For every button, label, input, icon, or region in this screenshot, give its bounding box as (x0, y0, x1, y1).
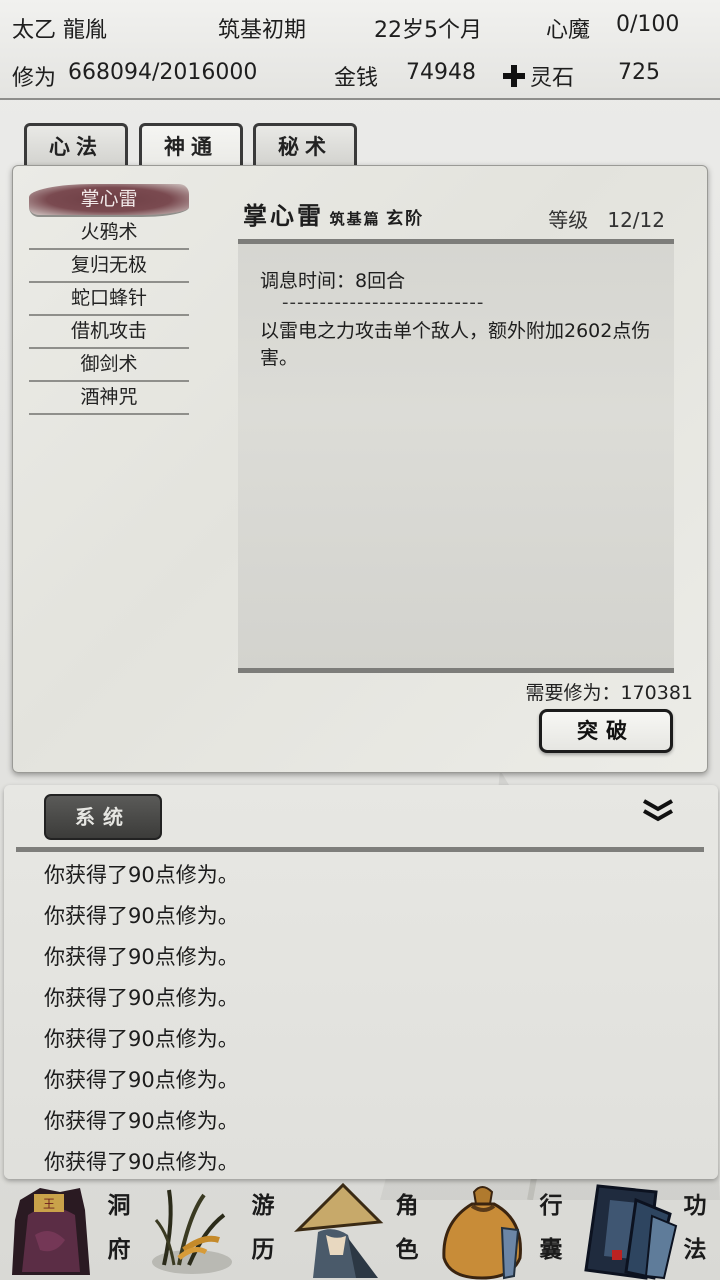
log-message: 你获得了90点修为。 (44, 1027, 239, 1051)
nav-label-top: 游 (251, 1192, 275, 1219)
level-value: 12/12 (607, 208, 665, 232)
bag-icon (442, 1186, 522, 1280)
breakthrough-button[interactable]: 突破 (539, 709, 673, 753)
skill-item-jiushenzhou[interactable]: 酒神咒 (29, 382, 189, 415)
cultivation-label: 修为 (12, 66, 57, 91)
nav-label-bottom: 法 (683, 1236, 707, 1263)
system-tab-button[interactable]: 系统 (44, 794, 162, 840)
skill-item-zhangxinlei[interactable]: 掌心雷 (29, 184, 189, 217)
log-message: 你获得了90点修为。 (44, 904, 239, 928)
cultivation-value: 668094/2016000 (68, 60, 258, 85)
age-text: 22岁5个月 (374, 18, 482, 43)
log-message: 你获得了90点修为。 (44, 1150, 239, 1174)
nav-label-top: 行 (539, 1192, 563, 1219)
log-divider (16, 847, 704, 852)
nav-label-bottom: 囊 (539, 1236, 563, 1263)
log-message: 你获得了90点修为。 (44, 986, 239, 1010)
demon-value: 0/100 (616, 12, 680, 37)
description-divider: --------------------------- (282, 292, 485, 313)
skill-description: 以雷电之力攻击单个敌人，额外附加2602点伤害。 (260, 320, 651, 369)
books-icon (584, 1184, 678, 1280)
skill-item-shekoufengzhen[interactable]: 蛇口蜂针 (29, 283, 189, 316)
nav-techniques[interactable]: 功 法 (576, 1180, 720, 1280)
skill-description-box: 调息时间：8回合 --------------------------- 以雷电… (238, 239, 674, 673)
tab-xinfa[interactable]: 心法 (24, 123, 128, 167)
nav-character[interactable]: 角 色 (288, 1180, 432, 1280)
character-hat-icon (293, 1182, 384, 1278)
skill-panel: 掌心雷 火鸦术 复归无极 蛇口蜂针 借机攻击 御剑术 酒神咒 掌心雷 筑基篇 玄… (12, 165, 708, 773)
nav-travel[interactable]: 游 历 (144, 1180, 288, 1280)
log-message: 你获得了90点修为。 (44, 863, 239, 887)
log-message-list: 你获得了90点修为。 你获得了90点修为。 你获得了90点修为。 你获得了90点… (44, 855, 239, 1183)
log-message: 你获得了90点修为。 (44, 945, 239, 969)
skill-name: 掌心雷 (243, 201, 324, 230)
spirit-stone-value: 725 (618, 60, 660, 85)
spirit-stone-group: 灵石 (502, 60, 574, 92)
level-label: 等级 (548, 208, 589, 232)
nav-label-bottom: 历 (251, 1236, 275, 1263)
demon-label: 心魔 (546, 18, 591, 43)
log-message: 你获得了90点修为。 (44, 1068, 239, 1092)
spirit-stone-icon (503, 65, 525, 87)
cave-dwelling-icon: 王 (12, 1188, 90, 1275)
tab-shentong[interactable]: 神通 (139, 123, 243, 167)
skill-tier: 玄阶 (386, 209, 425, 229)
bottom-navigation: 王 洞 府 游 历 角 色 行 囊 功 法 (0, 1180, 720, 1280)
skill-item-fuguiwuji[interactable]: 复归无极 (29, 250, 189, 283)
collapse-chevron-icon[interactable] (640, 797, 676, 825)
nav-cave-dwelling[interactable]: 王 洞 府 (0, 1180, 144, 1280)
nav-label-top: 洞 (107, 1192, 131, 1219)
nav-label-bottom: 色 (395, 1236, 419, 1263)
money-value: 74948 (406, 60, 476, 85)
cooldown-text: 调息时间：8回合 (260, 270, 406, 292)
log-message: 你获得了90点修为。 (44, 1109, 239, 1133)
nav-label-top: 功 (683, 1192, 707, 1219)
money-label: 金钱 (334, 66, 379, 91)
nav-label-top: 角 (395, 1192, 419, 1219)
realm-text: 筑基初期 (218, 18, 307, 43)
skill-item-huoyashu[interactable]: 火鸦术 (29, 217, 189, 250)
nav-label-bottom: 府 (107, 1236, 131, 1263)
svg-text:王: 王 (43, 1197, 55, 1211)
skill-item-jiejigongji[interactable]: 借机攻击 (29, 316, 189, 349)
travel-herb-icon (152, 1189, 232, 1274)
tab-mishu[interactable]: 秘术 (253, 123, 357, 167)
skill-list: 掌心雷 火鸦术 复归无极 蛇口蜂针 借机攻击 御剑术 酒神咒 (29, 184, 189, 415)
skill-level: 等级 12/12 (548, 204, 665, 233)
message-log-panel: 系统 你获得了90点修为。 你获得了90点修为。 你获得了90点修为。 你获得了… (4, 785, 718, 1179)
nav-bag[interactable]: 行 囊 (432, 1180, 576, 1280)
status-bar: 太乙 龍胤 筑基初期 22岁5个月 心魔 0/100 修为 668094/201… (0, 0, 720, 100)
spirit-stone-label: 灵石 (530, 66, 575, 91)
skill-title: 掌心雷 筑基篇 玄阶 (243, 196, 424, 231)
requirement-text: 需要修为：170381 (525, 682, 693, 704)
skill-grade: 筑基篇 (329, 210, 381, 228)
character-name: 太乙 龍胤 (12, 18, 107, 43)
skill-item-yujianshu[interactable]: 御剑术 (29, 349, 189, 382)
